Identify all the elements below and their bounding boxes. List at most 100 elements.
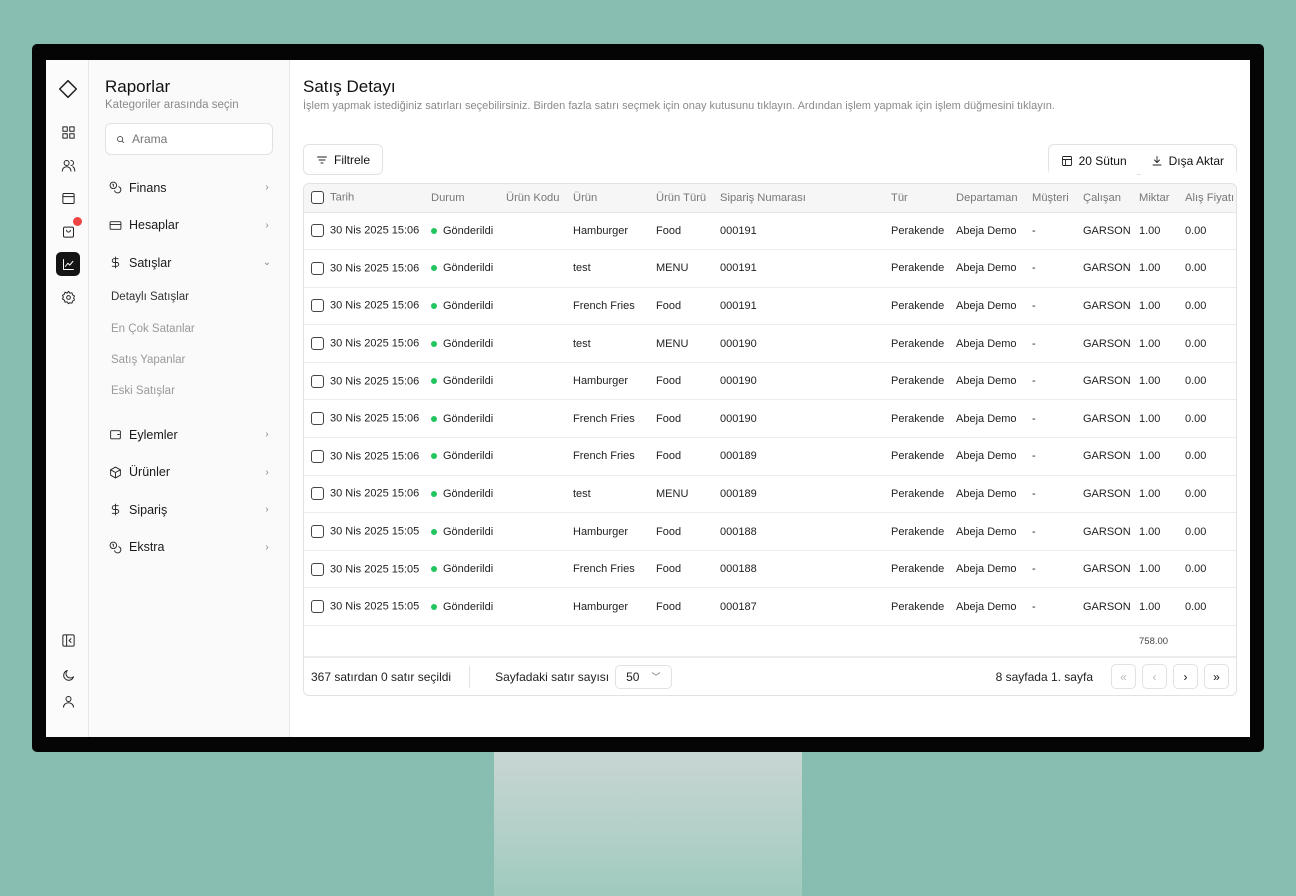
settings-gear-icon[interactable] <box>56 285 80 309</box>
cell-value: Abeja Demo <box>956 487 1017 500</box>
sidebar-subitem-detayli-satislar[interactable]: Detaylı Satışlar <box>105 282 273 313</box>
row-checkbox[interactable] <box>311 487 324 501</box>
sidebar-item-finans[interactable]: Finans › <box>105 169 273 207</box>
column-header[interactable]: Ürün Kodu <box>499 184 566 213</box>
table-row[interactable]: 30 Nis 2025 15:06 Gönderildi French Fries F… <box>304 400 1236 438</box>
column-header[interactable]: Tür <box>884 184 949 213</box>
row-checkbox[interactable] <box>311 224 324 238</box>
sidebar-item-satislar[interactable]: Satışlar ⌄ <box>105 244 273 282</box>
sidebar-item-siparis[interactable]: Sipariş › <box>105 491 273 529</box>
status-badge: Gönderildi <box>431 225 493 237</box>
column-header[interactable]: Müşteri <box>1025 184 1076 213</box>
column-header-label: Müşteri <box>1032 191 1069 204</box>
row-checkbox[interactable] <box>311 562 324 576</box>
last-page-button[interactable]: » <box>1204 664 1229 690</box>
table-cell: 0.00 <box>1178 325 1236 363</box>
filter-button[interactable]: Filtrele <box>303 144 384 175</box>
sidebar-subitem-en-cok-satanlar[interactable]: En Çok Satanlar <box>105 313 273 344</box>
column-header[interactable]: Çalışan <box>1076 184 1132 213</box>
table-row[interactable]: 30 Nis 2025 15:06 Gönderildi test MENU 00019… <box>304 325 1236 363</box>
previous-page-button[interactable]: ‹ <box>1142 664 1167 690</box>
column-header[interactable]: Durum <box>424 184 499 213</box>
archive-icon[interactable] <box>56 186 80 210</box>
status-dot <box>431 566 437 573</box>
logo-icon[interactable] <box>56 77 80 101</box>
table-row[interactable]: 30 Nis 2025 15:06 Gönderildi test MENU 00019… <box>304 250 1236 288</box>
column-header[interactable]: Tarih <box>304 184 424 213</box>
dashboard-icon[interactable] <box>56 120 80 144</box>
table-cell: Gönderildi <box>424 325 499 363</box>
column-header-label: Tarih <box>330 191 355 204</box>
cell-value: French Fries <box>573 563 635 576</box>
rows-per-page-select[interactable]: 50 ﹀ <box>615 664 672 689</box>
columns-button[interactable]: 20 Sütun <box>1048 145 1139 176</box>
table-cell: GARSON <box>1076 362 1132 400</box>
column-header[interactable]: Alış Fiyatı <box>1178 184 1236 213</box>
select-all-checkbox[interactable] <box>311 191 324 205</box>
cell-value: 30 Nis 2025 15:06 <box>330 412 420 425</box>
table-cell: - <box>1025 438 1076 476</box>
table-cell <box>499 287 566 325</box>
row-checkbox[interactable] <box>311 299 324 313</box>
column-header-label: Sipariş Numarası <box>720 191 806 204</box>
export-button[interactable]: Dışa Aktar <box>1138 145 1236 176</box>
shopping-bag-icon[interactable] <box>56 217 82 243</box>
cell-value: - <box>1032 375 1036 388</box>
column-header[interactable]: Ürün <box>566 184 649 213</box>
cell-value: 1.00 <box>1139 600 1161 613</box>
cell-value: Abeja Demo <box>956 224 1017 237</box>
table-row[interactable]: 30 Nis 2025 15:06 Gönderildi French Fries F… <box>304 438 1236 476</box>
users-icon[interactable] <box>56 153 80 177</box>
cell-value: French Fries <box>573 412 635 425</box>
cell-value: - <box>1032 299 1036 312</box>
row-checkbox[interactable] <box>311 412 324 426</box>
sidebar-item-hesaplar[interactable]: Hesaplar › <box>105 207 273 245</box>
dark-mode-moon-icon[interactable] <box>56 663 80 687</box>
row-checkbox[interactable] <box>311 374 324 388</box>
row-checkbox[interactable] <box>311 337 324 351</box>
table-row[interactable]: 30 Nis 2025 15:06 Gönderildi Hamburger Food… <box>304 212 1236 250</box>
cell-value: Abeja Demo <box>956 412 1017 425</box>
total-quantity: 758.00 <box>1139 635 1169 647</box>
table-cell: 000191 <box>713 250 884 288</box>
column-header[interactable]: Sipariş Numarası <box>713 184 884 213</box>
sidebar-subitem-satis-yapanlar[interactable]: Satış Yapanlar <box>105 344 273 375</box>
sidebar-item-eylemler[interactable]: Eylemler › <box>105 416 273 454</box>
table-row[interactable]: 30 Nis 2025 15:05 Gönderildi French Fries F… <box>304 550 1236 588</box>
user-profile-icon[interactable] <box>56 689 80 713</box>
table-cell: - <box>1025 250 1076 288</box>
table-row[interactable]: 30 Nis 2025 15:05 Gönderildi Hamburger Food… <box>304 588 1236 626</box>
reports-chart-icon[interactable] <box>56 252 80 276</box>
column-header[interactable]: Departaman <box>949 184 1025 213</box>
table-cell: GARSON <box>1076 325 1132 363</box>
row-checkbox[interactable] <box>311 261 324 275</box>
search-input[interactable] <box>132 132 262 146</box>
column-header[interactable]: Miktar <box>1132 184 1178 213</box>
collapse-sidebar-icon[interactable] <box>56 628 80 652</box>
table-cell <box>499 588 566 626</box>
row-checkbox[interactable] <box>311 449 324 463</box>
table-cell: Abeja Demo <box>949 250 1025 288</box>
totals-cell: 758.00 <box>1132 626 1178 657</box>
row-checkbox[interactable] <box>311 525 324 539</box>
cell-value: GARSON <box>1083 600 1131 613</box>
status-label: Gönderildi <box>443 262 494 275</box>
cell-value: - <box>1032 563 1036 576</box>
table-cell: GARSON <box>1076 212 1132 250</box>
sidebar-subitem-eski-satislar[interactable]: Eski Satışlar <box>105 376 273 407</box>
table-row[interactable]: 30 Nis 2025 15:05 Gönderildi Hamburger Food… <box>304 513 1236 551</box>
totals-cell <box>649 626 713 657</box>
column-header[interactable]: Ürün Türü <box>649 184 713 213</box>
next-page-button[interactable]: › <box>1173 664 1198 690</box>
table-cell: 1.00 <box>1132 438 1178 476</box>
table-row[interactable]: 30 Nis 2025 15:06 Gönderildi Hamburger Food… <box>304 362 1236 400</box>
status-dot <box>431 528 437 535</box>
table-row[interactable]: 30 Nis 2025 15:06 Gönderildi French Fries F… <box>304 287 1236 325</box>
table-row[interactable]: 30 Nis 2025 15:06 Gönderildi test MENU 00018… <box>304 475 1236 513</box>
search-box[interactable] <box>105 123 273 155</box>
status-badge: Gönderildi <box>431 563 493 575</box>
row-checkbox[interactable] <box>311 600 324 614</box>
sidebar-item-ekstra[interactable]: Ekstra › <box>105 529 273 567</box>
sidebar-item-urunler[interactable]: Ürünler › <box>105 454 273 492</box>
first-page-button[interactable]: « <box>1111 664 1136 690</box>
